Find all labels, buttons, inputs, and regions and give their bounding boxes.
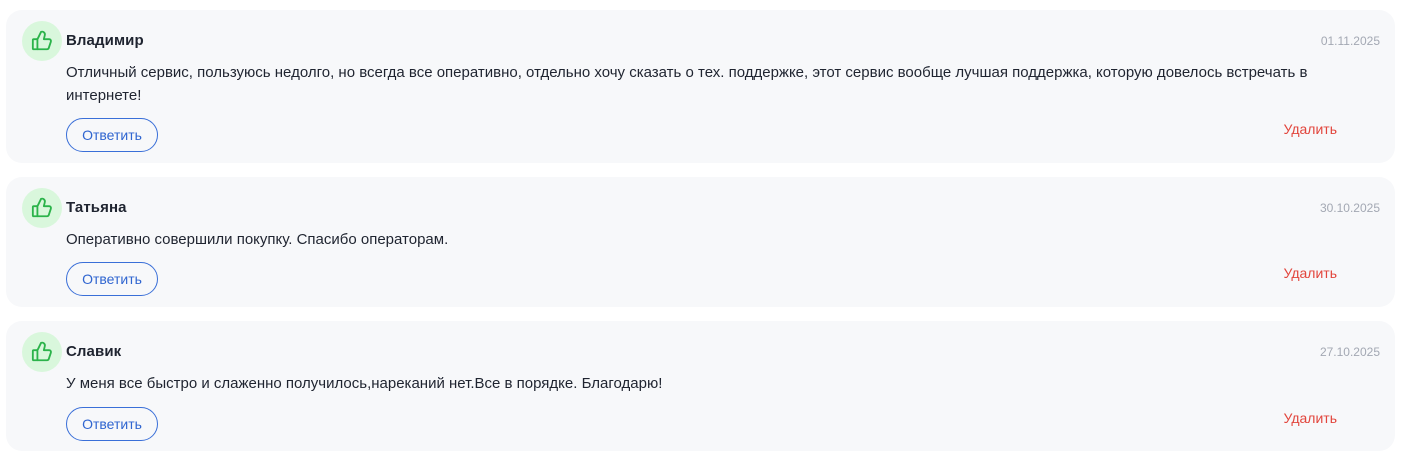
thumbs-up-icon xyxy=(31,341,52,362)
review-date: 27.10.2025 xyxy=(1319,345,1380,359)
reply-button[interactable]: Ответить xyxy=(66,118,158,152)
delete-link[interactable]: Удалить xyxy=(1284,121,1337,137)
positive-review-avatar xyxy=(22,21,62,61)
review-author: Татьяна xyxy=(66,199,127,216)
delete-link[interactable]: Удалить xyxy=(1284,410,1337,426)
review-card: Владимир 01.11.2025 Отличный сервис, пол… xyxy=(6,10,1395,163)
thumbs-up-icon xyxy=(31,197,52,218)
positive-review-avatar xyxy=(22,332,62,372)
review-author: Владимир xyxy=(66,32,144,49)
review-date: 01.11.2025 xyxy=(1320,34,1380,48)
positive-review-avatar xyxy=(22,188,62,228)
review-text: У меня все быстро и слаженно получилось,… xyxy=(66,375,663,392)
review-card: Славик 27.10.2025 У меня все быстро и сл… xyxy=(6,321,1395,451)
review-author: Славик xyxy=(66,343,122,360)
review-text: Оперативно совершили покупку. Спасибо оп… xyxy=(66,231,449,248)
thumbs-up-icon xyxy=(31,30,52,51)
delete-link[interactable]: Удалить xyxy=(1284,265,1337,281)
review-date: 30.10.2025 xyxy=(1319,201,1380,215)
review-text: Отличный сервис, пользуюсь недолго, но в… xyxy=(66,64,1308,104)
review-card: Татьяна 30.10.2025 Оперативно совершили … xyxy=(6,177,1395,307)
reviews-list: Владимир 01.11.2025 Отличный сервис, пол… xyxy=(0,0,1402,454)
reply-button[interactable]: Ответить xyxy=(66,262,158,296)
reply-button[interactable]: Ответить xyxy=(66,407,158,441)
